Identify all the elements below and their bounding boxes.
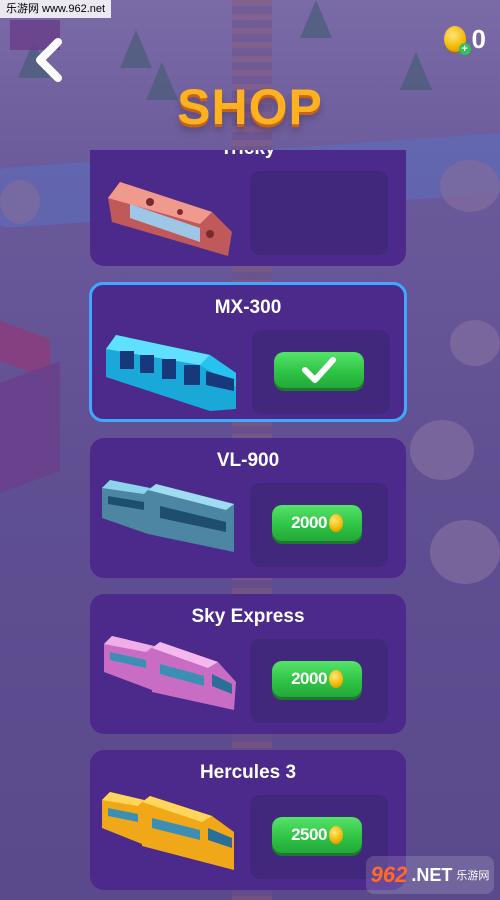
tree bbox=[300, 0, 332, 38]
action-slot bbox=[252, 330, 390, 414]
buy-button[interactable]: 2500 bbox=[272, 817, 362, 853]
watermark-logo: 962 bbox=[370, 862, 408, 887]
coin-icon bbox=[328, 514, 343, 532]
action-slot: 2000 bbox=[250, 639, 388, 723]
coin-balance[interactable]: + 0 bbox=[443, 23, 486, 55]
checkmark-icon bbox=[302, 357, 336, 383]
train-name: VL-900 bbox=[216, 450, 280, 471]
selected-button[interactable] bbox=[274, 352, 364, 388]
watermark-top: 乐游网 www.962.net bbox=[0, 0, 112, 18]
train-list[interactable]: Tricky MX-300 bbox=[0, 150, 500, 900]
locked-slot bbox=[250, 171, 388, 255]
train-card-hercules-3[interactable]: Hercules 3 2500 bbox=[90, 750, 406, 890]
back-button[interactable] bbox=[30, 38, 70, 82]
buy-button[interactable]: 2000 bbox=[272, 661, 362, 697]
train-card-sky-express[interactable]: Sky Express 2000 bbox=[90, 594, 406, 734]
watermark-cn: 乐游网 bbox=[456, 870, 490, 882]
watermark-bottom: 962 .NET 乐游网 bbox=[366, 856, 494, 894]
chevron-left-icon bbox=[36, 38, 62, 82]
train-card-mx-300[interactable]: MX-300 bbox=[89, 282, 407, 422]
train-image bbox=[104, 636, 236, 710]
train-card-vl-900[interactable]: VL-900 2000 bbox=[90, 438, 406, 578]
train-card-tricky[interactable]: Tricky bbox=[90, 150, 406, 266]
coin-plus-icon[interactable]: + bbox=[443, 26, 471, 55]
train-name: Hercules 3 bbox=[199, 762, 297, 783]
watermark-net: .NET bbox=[411, 864, 453, 885]
train-name: Sky Express bbox=[191, 606, 305, 627]
buy-button[interactable]: 2000 bbox=[272, 505, 362, 541]
action-slot: 2000 bbox=[250, 483, 388, 567]
coin-icon bbox=[328, 826, 343, 844]
train-image bbox=[106, 335, 236, 411]
price-label: 2000 bbox=[291, 669, 327, 688]
train-image bbox=[102, 480, 234, 552]
price-label: 2500 bbox=[291, 825, 327, 844]
coin-count: 0 bbox=[471, 23, 486, 54]
train-image bbox=[108, 182, 232, 256]
train-name: Tricky bbox=[90, 150, 406, 160]
coin-icon bbox=[328, 670, 343, 688]
page-title: SHOP bbox=[177, 79, 323, 135]
price-label: 2000 bbox=[291, 513, 327, 532]
train-name: MX-300 bbox=[214, 297, 282, 318]
train-image bbox=[102, 792, 234, 870]
